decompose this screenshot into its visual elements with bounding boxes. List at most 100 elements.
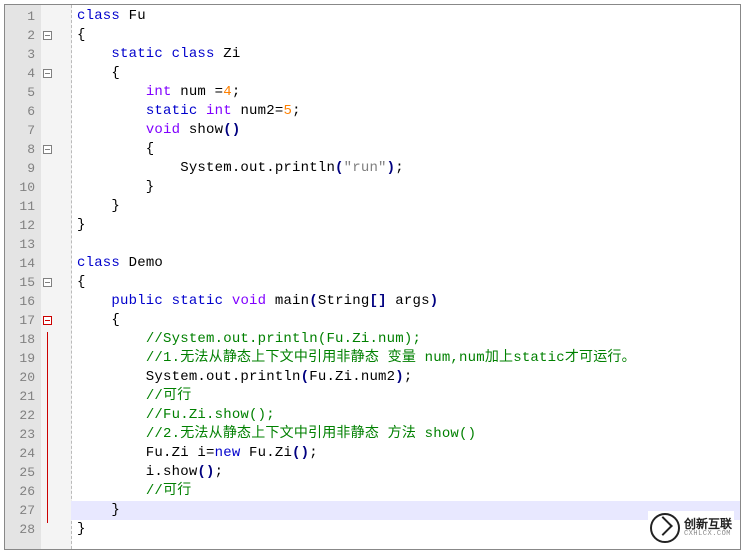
code-line[interactable]: Fu.Zi i=new Fu.Zi(); [71,444,740,463]
code-line[interactable]: } [71,197,740,216]
line-number: 23 [5,425,41,444]
token-b: () [292,445,309,461]
token-id: ; [395,160,404,176]
line-number: 10 [5,178,41,197]
token-c: //Fu.Zi.show(); [146,407,275,423]
token-id: ; [215,464,224,480]
code-line[interactable]: { [71,273,740,292]
line-number: 21 [5,387,41,406]
line-number: 26 [5,482,41,501]
code-editor[interactable]: 1234567891011121314151617181920212223242… [4,4,741,550]
fold-column [41,5,58,549]
code-line[interactable]: public static void main(String[] args) [71,292,740,311]
token-k: class [77,255,120,271]
code-line[interactable]: class Fu [71,7,740,26]
code-line[interactable]: //System.out.println(Fu.Zi.num); [71,330,740,349]
code-line[interactable]: i.show(); [71,463,740,482]
line-number: 20 [5,368,41,387]
code-line[interactable]: { [71,140,740,159]
line-number: 12 [5,216,41,235]
token-c: //System.out.println(Fu.Zi.num); [146,331,421,347]
line-number: 1 [5,7,41,26]
fold-toggle-icon[interactable] [43,31,52,40]
line-number: 13 [5,235,41,254]
token-id: num = [172,84,224,100]
token-id: } [77,521,86,537]
token-b: ) [395,369,404,385]
token-id: } [77,179,154,195]
token-s: "run" [344,160,387,176]
line-number: 19 [5,349,41,368]
line-number: 28 [5,520,41,539]
token-id [163,293,172,309]
token-b: ) [430,293,439,309]
code-line[interactable]: void show() [71,121,740,140]
fold-toggle-icon[interactable] [43,69,52,78]
line-number: 9 [5,159,41,178]
token-id: { [77,27,86,43]
line-number: 16 [5,292,41,311]
token-k: static [111,46,163,62]
token-id [77,350,146,366]
code-line[interactable]: //可行 [71,387,740,406]
token-id: Fu.Zi.num2 [309,369,395,385]
token-id [77,103,146,119]
fold-toggle-icon[interactable] [43,145,52,154]
code-line[interactable]: { [71,26,740,45]
token-k: class [77,8,120,24]
token-id: { [77,65,120,81]
token-id: String [318,293,370,309]
token-id: System.out.println [77,160,335,176]
line-number: 5 [5,83,41,102]
code-area[interactable]: class Fu{ static class Zi { int num =4; … [71,5,740,549]
token-id: Fu.Zi [240,445,292,461]
token-b: ( [309,293,318,309]
token-id [77,388,146,404]
token-b: () [223,122,240,138]
token-id: main [266,293,309,309]
code-line[interactable]: //可行 [71,482,740,501]
code-line[interactable]: //2.无法从静态上下文中引用非静态 方法 show() [71,425,740,444]
token-t: int [206,103,232,119]
token-t: void [232,293,266,309]
code-line[interactable]: System.out.println(Fu.Zi.num2); [71,368,740,387]
token-id [77,46,111,62]
line-number: 18 [5,330,41,349]
line-number: 2 [5,26,41,45]
token-id: num2= [232,103,284,119]
code-line[interactable]: System.out.println("run"); [71,159,740,178]
token-id: System.out.println [77,369,301,385]
token-k: static [172,293,224,309]
line-number: 25 [5,463,41,482]
code-line[interactable]: int num =4; [71,83,740,102]
token-c: //1.无法从静态上下文中引用非静态 变量 num,num加上static才可运… [146,350,636,366]
code-line[interactable]: } [71,501,740,520]
token-t: int [146,84,172,100]
token-b: ( [301,369,310,385]
code-line[interactable]: class Demo [71,254,740,273]
line-number: 17 [5,311,41,330]
code-line[interactable]: static int num2=5; [71,102,740,121]
token-b: [] [369,293,386,309]
code-line[interactable]: } [71,216,740,235]
code-line[interactable] [71,235,740,254]
fold-toggle-icon[interactable] [43,316,52,325]
token-t: void [146,122,180,138]
code-line[interactable]: } [71,178,740,197]
token-id [197,103,206,119]
code-line[interactable]: //Fu.Zi.show(); [71,406,740,425]
code-line[interactable]: { [71,64,740,83]
line-number: 11 [5,197,41,216]
code-line[interactable]: { [71,311,740,330]
token-c: //可行 [146,388,192,404]
code-line[interactable]: //1.无法从静态上下文中引用非静态 变量 num,num加上static才可运… [71,349,740,368]
token-b: ) [387,160,396,176]
code-line[interactable]: static class Zi [71,45,740,64]
token-id [77,426,146,442]
token-id [77,483,146,499]
fold-toggle-icon[interactable] [43,278,52,287]
code-line[interactable]: } [71,520,740,539]
token-id [77,407,146,423]
token-id: { [77,274,86,290]
token-id [77,122,146,138]
